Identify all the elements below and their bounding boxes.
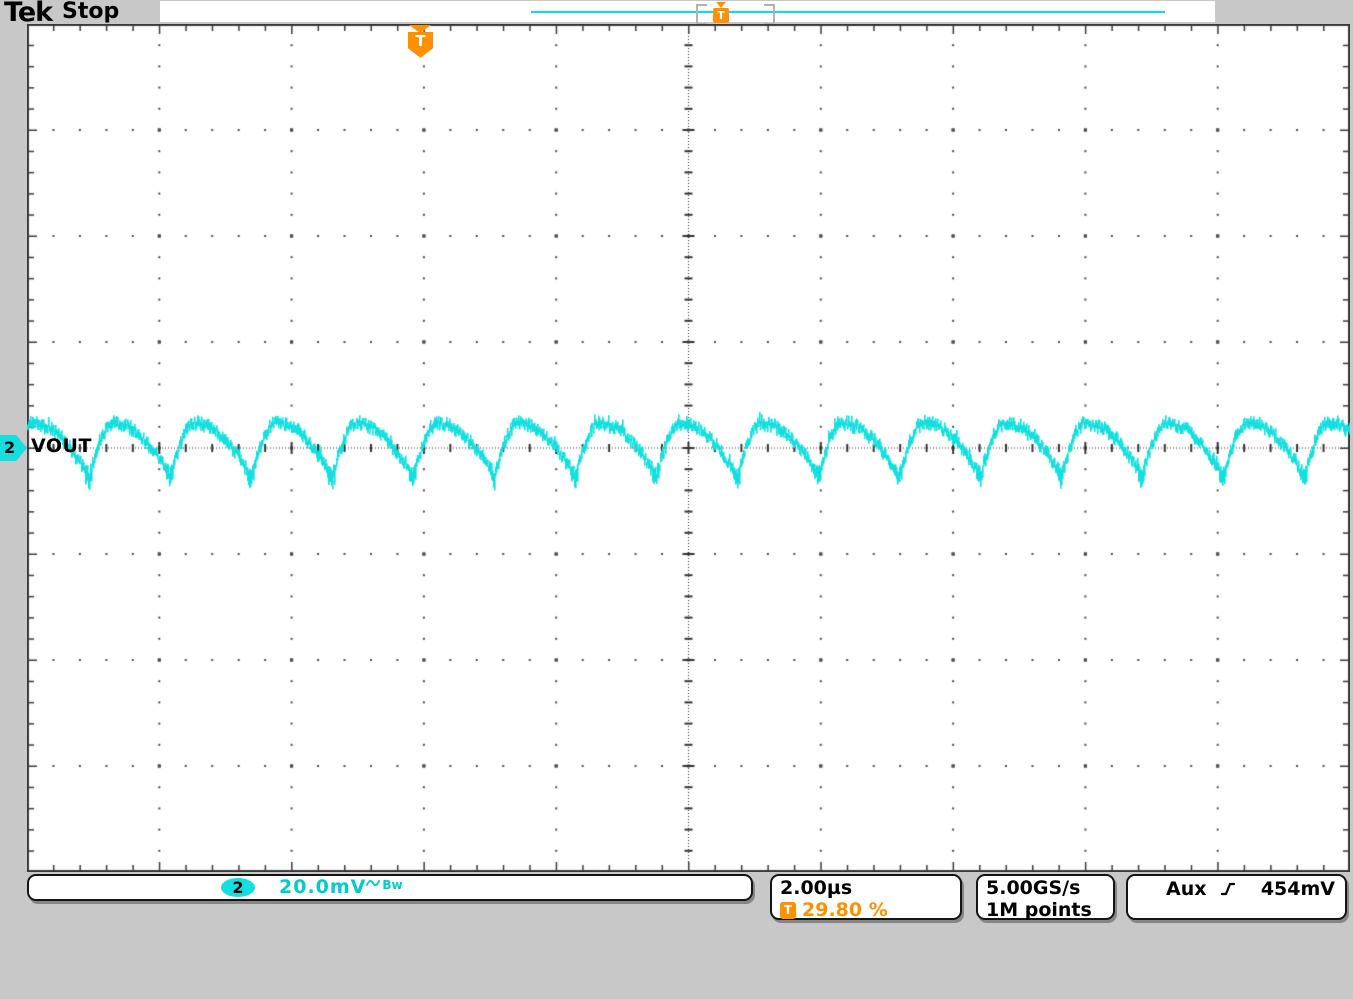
record-waveform-line [531,11,1165,13]
horizontal-readout-box[interactable]: 2.00µs T 29.80 % [770,874,962,920]
top-status-bar: Tek Stop T [0,0,1353,24]
channel2-badge[interactable]: 2 [221,878,255,897]
record-view-panel: T [160,1,1215,22]
trigger-position-arrow-icon [409,25,431,33]
timebase-value: 2.00µs [780,877,952,899]
graticule-waveform-canvas [27,24,1350,872]
trigger-readout-box[interactable]: Aux 454mV [1126,874,1347,920]
trigger-source: Aux [1166,878,1207,900]
sample-rate-value: 5.00GS/s [986,877,1105,899]
record-window-right-bracket[interactable] [764,4,775,25]
record-trigger-marker-icon[interactable]: T [713,8,729,23]
record-length-value: 1M points [986,899,1105,921]
ac-coupling-icon [366,877,382,889]
channel2-readout-box[interactable]: 2 20.0mV Bw [27,874,753,901]
record-window-left-bracket[interactable] [696,4,707,25]
channel2-position-marker[interactable]: 2 [0,435,27,461]
trigger-level-value: 454mV [1261,878,1335,900]
waveform-label-vout: VOUT [31,435,92,457]
rising-edge-icon [1221,881,1236,897]
trigger-t-icon: T [780,902,796,919]
acquisition-readout-box[interactable]: 5.00GS/s 1M points [976,874,1115,920]
channel2-vertical-scale: 20.0mV Bw [279,876,403,898]
bandwidth-limit-icon: Bw [382,878,402,892]
acquisition-status: Stop [62,0,119,24]
channel2-scale-value: 20.0mV [279,876,366,898]
trigger-position-percent: 29.80 % [802,899,888,921]
